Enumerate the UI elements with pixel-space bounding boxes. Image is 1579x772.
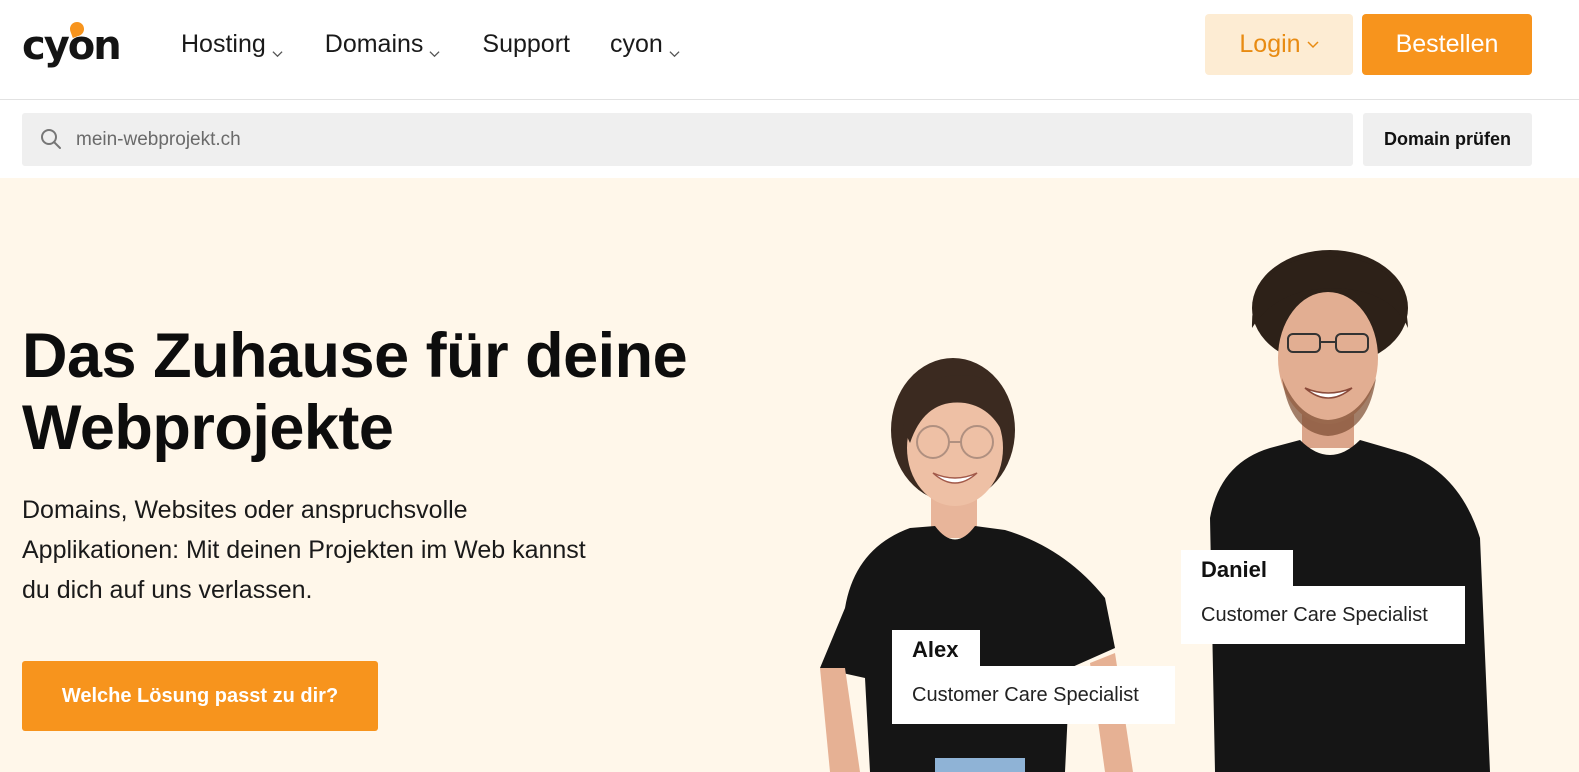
team-member-role: Customer Care Specialist [1201,603,1428,626]
logo-accent-mark [67,20,86,38]
logo-wordmark: cyo n [22,20,122,66]
team-member-name: Alex [912,637,959,662]
order-label: Bestellen [1395,30,1499,58]
chevron-down-icon [1307,38,1319,50]
login-button[interactable]: Login [1205,14,1353,75]
team-card-name: Daniel [1181,550,1293,590]
nav-item-label: Hosting [181,29,266,58]
hero-title-line: Das Zuhause für deine [22,321,688,391]
nav-item-hosting[interactable]: Hosting [181,26,283,62]
nav-item-domains[interactable]: Domains [325,26,441,62]
nav-item-support[interactable]: Support [482,26,570,62]
solution-finder-label: Welche Lösung passt zu dir? [61,684,339,707]
team-card-name: Alex [892,630,980,670]
nav-item-label: Support [482,29,570,58]
hero-title: Das Zuhause für deine Webprojekte [22,320,782,464]
cyon-logo[interactable]: cyo n [22,20,122,70]
login-label: Login [1239,30,1301,58]
site-header: cyon Hosting Domains Support cyon Login [0,0,1579,100]
team-card-role: Customer Care Specialist [1181,586,1465,644]
nav-item-label: Domains [324,29,424,58]
chevron-down-icon [669,37,680,57]
hero-text-line: Applikationen: Mit deinen Projekten im W… [22,536,586,564]
hero-section: Das Zuhause für deine Webprojekte Domain… [0,178,1579,772]
team-card-role: Customer Care Specialist [892,666,1175,724]
team-member-name: Daniel [1201,557,1268,582]
team-member-role: Customer Care Specialist [912,683,1139,706]
nav-item-label: cyon [609,29,663,58]
main-navigation: Hosting Domains Support cyon [181,26,680,62]
chevron-down-icon [429,37,440,57]
domain-search-input[interactable] [76,113,1336,166]
hero-text-line: Domains, Websites oder anspruchsvolle [22,496,468,524]
hero-text-line: du dich auf uns verlassen. [22,576,313,604]
hero-description: Domains, Websites oder anspruchsvolle Ap… [22,490,662,610]
nav-item-cyon[interactable]: cyon [610,26,680,62]
chevron-down-icon [272,37,283,57]
hero-title-line: Webprojekte [22,393,394,463]
search-icon [39,127,63,151]
check-domain-button[interactable]: Domain prüfen [1363,113,1532,166]
daniel-photo [1190,248,1510,772]
solution-finder-button[interactable]: Welche Lösung passt zu dir? [22,661,378,731]
order-button[interactable]: Bestellen [1362,14,1532,75]
domain-search-bar: Domain prüfen [0,100,1579,178]
domain-search-field[interactable] [22,113,1353,166]
check-domain-label: Domain prüfen [1383,129,1511,149]
